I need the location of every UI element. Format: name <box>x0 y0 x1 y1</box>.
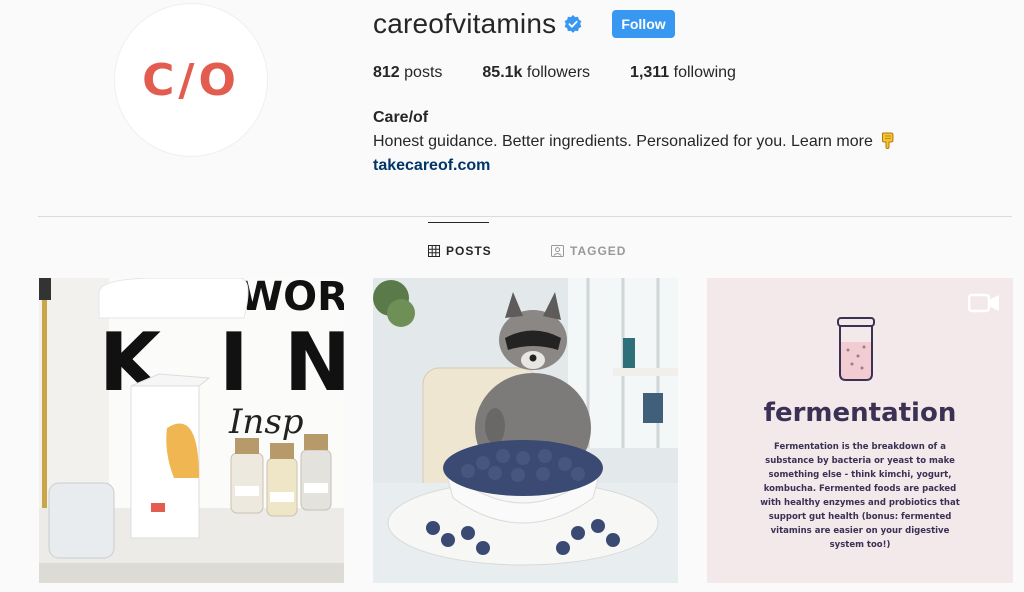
post-vitamin-box-photo[interactable]: WOR K I N Insp <box>39 278 344 583</box>
bio-name: Care/of <box>373 109 429 126</box>
tab-posts-label: POSTS <box>446 244 492 258</box>
posts-stat: 812 posts <box>373 64 442 82</box>
video-camera-icon <box>968 293 999 313</box>
svg-text:Insp: Insp <box>228 402 304 442</box>
followers-count: 85.1k <box>482 64 523 81</box>
post-fermentation-graphic[interactable]: fermentation Fermentation is the breakdo… <box>707 278 1013 583</box>
tag-icon <box>551 245 564 257</box>
vitamin-box-desk-photo: WOR K I N Insp <box>39 278 344 583</box>
svg-text:WOR: WOR <box>239 278 344 320</box>
pointing-down-emoji-icon <box>882 132 894 149</box>
post-raccoon-blueberries-photo[interactable] <box>373 278 678 583</box>
following-label: following <box>673 64 736 81</box>
verified-badge-icon <box>564 15 582 33</box>
following-count: 1,311 <box>630 64 670 81</box>
raccoon-blueberries-photo <box>373 278 678 583</box>
profile-stats: 812 posts 85.1k followers 1,311 followin… <box>373 64 776 82</box>
username: careofvitamins <box>373 8 557 39</box>
profile-header: careofvitamins Follow <box>373 6 675 42</box>
posts-count: 812 <box>373 64 400 81</box>
active-tab-indicator <box>428 222 489 223</box>
svg-text:N: N <box>284 316 344 409</box>
posts-label: posts <box>404 64 443 81</box>
grid-icon <box>428 245 440 257</box>
bio-text-line: Honest guidance. Better ingredients. Per… <box>373 130 896 154</box>
avatar-logo-text: C/O <box>142 54 240 106</box>
profile-bio: Care/of Honest guidance. Better ingredie… <box>373 106 896 178</box>
profile-avatar[interactable]: C/O <box>114 3 268 157</box>
tab-tagged[interactable]: TAGGED <box>551 244 626 258</box>
followers-stat[interactable]: 85.1k followers <box>482 64 590 82</box>
follow-button[interactable]: Follow <box>612 10 675 38</box>
bio-text: Honest guidance. Better ingredients. Per… <box>373 133 873 150</box>
bio-website-link[interactable]: takecareof.com <box>373 154 896 178</box>
fermentation-jar-icon <box>837 317 875 381</box>
tab-tagged-label: TAGGED <box>570 244 627 258</box>
fermentation-title: fermentation <box>763 398 957 428</box>
profile-divider <box>38 216 1012 217</box>
svg-text:I: I <box>219 316 249 409</box>
following-stat[interactable]: 1,311 following <box>630 64 736 82</box>
followers-label: followers <box>526 64 591 81</box>
fermentation-body: Fermentation is the breakdown of a subst… <box>760 442 960 550</box>
tab-posts[interactable]: POSTS <box>428 244 492 258</box>
